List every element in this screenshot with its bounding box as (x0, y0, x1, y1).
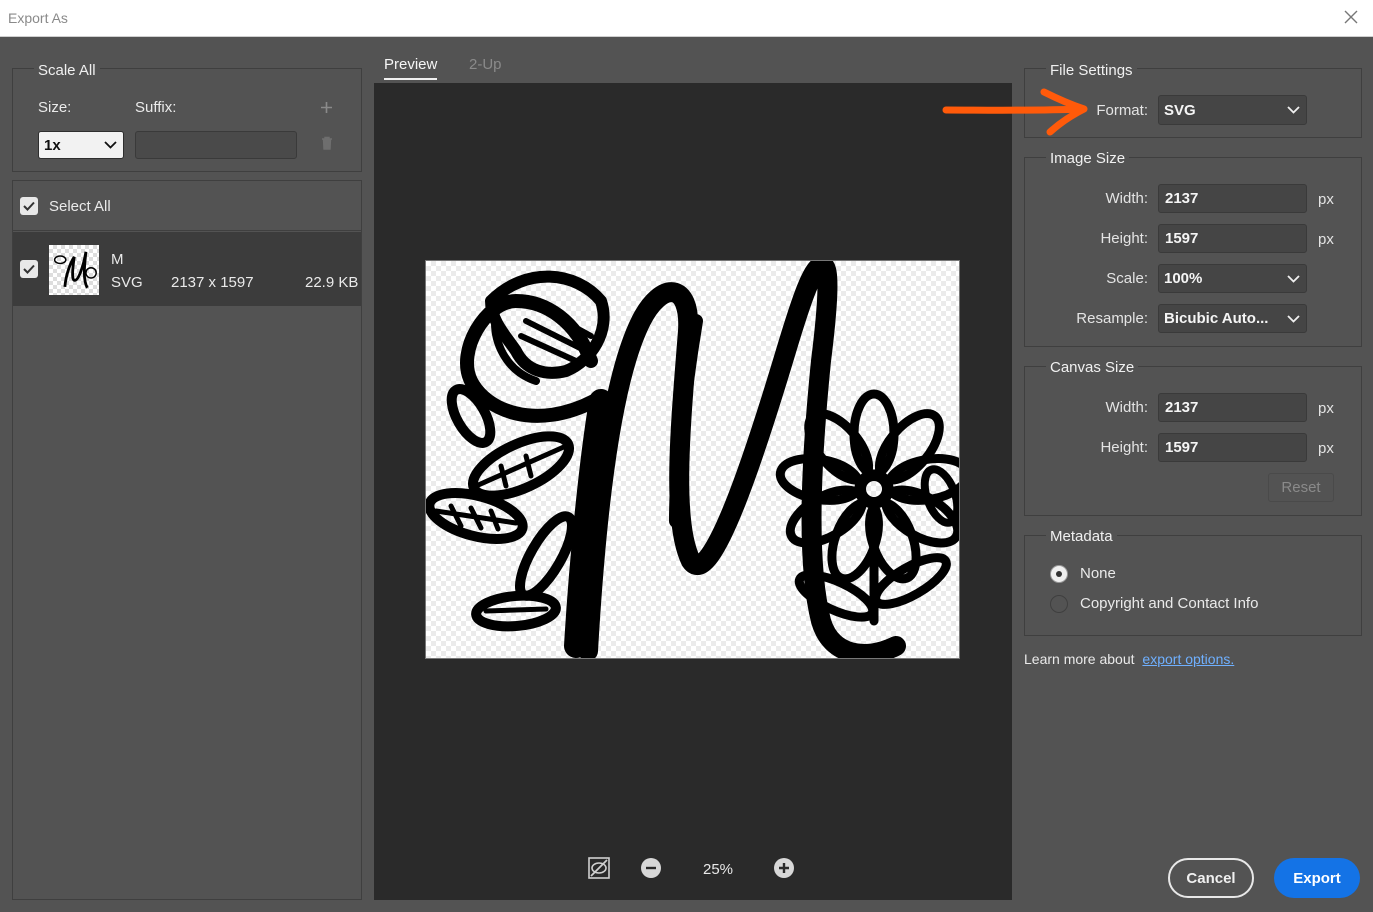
asset-file-size: 22.9 KB (305, 274, 359, 291)
size-select[interactable]: 1x (38, 131, 124, 159)
monogram-m-artwork (426, 261, 959, 658)
tab-preview[interactable]: Preview (384, 56, 438, 80)
asset-checkbox[interactable] (20, 260, 38, 278)
learn-more-text: Learn more about export options. (1024, 651, 1234, 667)
cancel-button[interactable]: Cancel (1168, 858, 1254, 898)
image-height-input[interactable]: 1597 (1158, 224, 1307, 253)
scale-select[interactable]: 100% (1158, 264, 1307, 293)
checkmark-icon (23, 264, 35, 274)
chevron-down-icon (104, 141, 117, 149)
image-height-label: Height: (1100, 230, 1148, 247)
chevron-down-icon (1287, 274, 1300, 283)
preview-area: 25% (374, 83, 1012, 900)
metadata-copyright-radio[interactable] (1050, 595, 1068, 613)
select-all-checkbox[interactable] (20, 197, 38, 215)
resample-select[interactable]: Bicubic Auto... (1158, 304, 1307, 333)
resample-select-value: Bicubic Auto... (1164, 310, 1269, 327)
scale-select-value: 100% (1164, 270, 1203, 287)
format-select-value: SVG (1164, 101, 1196, 119)
learn-more-prefix: Learn more about (1024, 651, 1135, 667)
reset-button[interactable]: Reset (1268, 473, 1334, 502)
asset-format: SVG (111, 274, 143, 291)
suffix-label: Suffix: (135, 99, 177, 116)
scale-label: Scale: (1106, 270, 1148, 287)
select-all-row: Select All (13, 181, 361, 231)
metadata-none-label: None (1080, 565, 1116, 582)
trash-icon[interactable] (321, 136, 333, 150)
metadata-title: Metadata (1046, 528, 1117, 545)
plus-circle-icon[interactable] (773, 857, 795, 879)
asset-thumbnail (49, 245, 99, 295)
canvas-height-input[interactable]: 1597 (1158, 433, 1307, 462)
suffix-input[interactable] (135, 131, 297, 159)
checkmark-icon (23, 201, 35, 211)
image-size-title: Image Size (1046, 150, 1130, 167)
tab-2-up[interactable]: 2-Up (469, 56, 502, 73)
file-settings-title: File Settings (1046, 62, 1137, 79)
canvas-width-input[interactable]: 2137 (1158, 393, 1307, 422)
canvas-height-label: Height: (1100, 439, 1148, 456)
export-options-link[interactable]: export options. (1142, 651, 1234, 667)
chevron-down-icon (1287, 106, 1300, 114)
chevron-down-icon (1287, 314, 1300, 323)
size-select-value: 1x (44, 136, 61, 154)
image-height-unit: px (1318, 231, 1334, 248)
zoom-level: 25% (703, 861, 734, 878)
title-bar: Export As (0, 0, 1373, 37)
asset-row[interactable]: M SVG 2137 x 1597 22.9 KB (13, 232, 361, 306)
canvas-size-title: Canvas Size (1046, 359, 1139, 376)
size-label: Size: (38, 99, 72, 116)
image-width-unit: px (1318, 191, 1334, 208)
image-width-input[interactable]: 2137 (1158, 184, 1307, 213)
metadata-panel (1024, 535, 1362, 636)
export-button[interactable]: Export (1274, 858, 1360, 898)
scale-all-title: Scale All (34, 62, 100, 79)
canvas-width-label: Width: (1105, 399, 1148, 416)
asset-dimensions: 2137 x 1597 (171, 274, 254, 291)
asset-list-panel: Select All M SVG 2137 x 1597 22.9 KB (12, 180, 362, 900)
metadata-copyright-label: Copyright and Contact Info (1080, 595, 1259, 612)
canvas-width-unit: px (1318, 400, 1334, 417)
annotation-arrow-icon (942, 88, 1088, 136)
format-select[interactable]: SVG (1158, 95, 1307, 125)
close-icon[interactable] (1343, 9, 1359, 25)
asset-name: M (111, 251, 124, 268)
canvas-height-unit: px (1318, 440, 1334, 457)
window-title: Export As (8, 10, 68, 26)
minus-circle-icon[interactable] (640, 857, 662, 879)
plus-icon[interactable] (320, 101, 333, 114)
select-all-label: Select All (49, 198, 111, 215)
resample-label: Resample: (1076, 310, 1148, 327)
hide-preview-icon[interactable] (588, 857, 610, 879)
image-width-label: Width: (1105, 190, 1148, 207)
metadata-none-radio[interactable] (1050, 565, 1068, 583)
artboard-preview (425, 260, 960, 659)
